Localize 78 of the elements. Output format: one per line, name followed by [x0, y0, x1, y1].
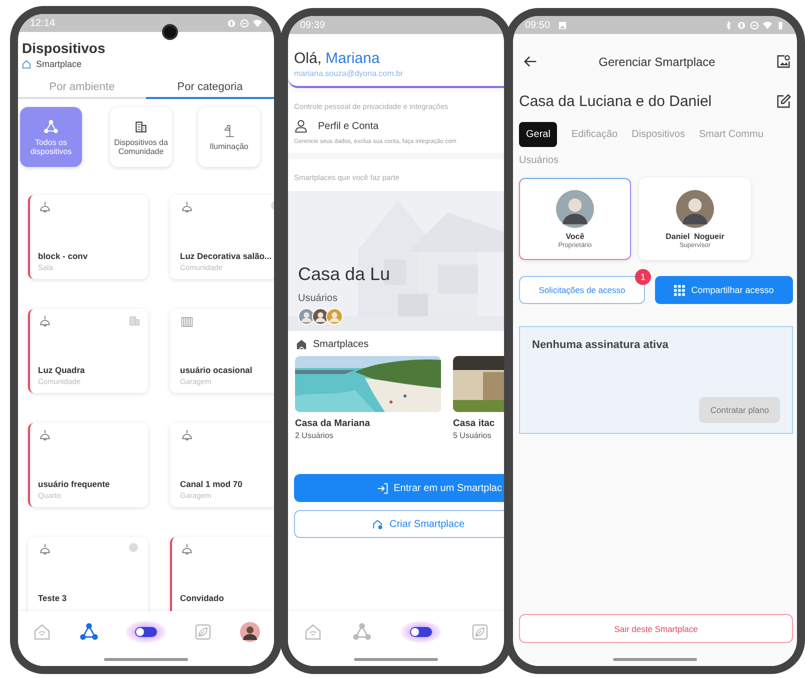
status-time: 09:50: [525, 20, 550, 30]
smartplace-name: Casa itac: [453, 418, 496, 429]
notification-badge: 1: [635, 269, 651, 285]
pendant-lamp-icon: [38, 543, 52, 557]
leave-smartplace-button[interactable]: Sair deste Smartplace: [519, 614, 793, 643]
section-heading: Smartplaces: [313, 339, 369, 350]
status-time: 09:39: [300, 20, 326, 30]
device-name: Luz Decorativa salão...: [180, 251, 273, 261]
toggle-icon[interactable]: [126, 621, 166, 643]
pendant-lamp-icon: [38, 315, 52, 329]
user-count: 2 Usuários: [295, 431, 334, 440]
wifi-icon: [253, 18, 262, 28]
pendant-lamp-icon: [180, 201, 194, 215]
avatar-icon: [326, 308, 343, 325]
screen-title: Dispositivos: [22, 40, 106, 56]
building-icon: [133, 118, 149, 134]
user-count: 5 Usuários: [453, 431, 492, 440]
network-icon: [43, 118, 59, 134]
smartplace-name: Casa da Luciana e do Daniel: [519, 93, 712, 110]
image-search-icon[interactable]: [776, 54, 791, 69]
user-email: mariana.souza@dyona.com.br: [294, 69, 404, 78]
login-icon: [376, 482, 388, 494]
device-name: usuário frequente: [38, 479, 111, 489]
device-name: usuário ocasional: [180, 365, 254, 375]
pendant-lamp-icon: [180, 543, 194, 557]
home-icon: [22, 60, 31, 68]
house-plus-icon: [372, 518, 384, 530]
subscription-status: Nenhuma assinatura ativa: [532, 339, 670, 351]
battery-icon: [776, 20, 785, 30]
toggle-icon[interactable]: [400, 621, 440, 643]
section-label: Usuários: [518, 154, 560, 166]
device-name: Luz Quadra: [38, 365, 86, 375]
create-smartplace-button[interactable]: Criar Smartplace: [294, 510, 504, 538]
network-icon[interactable]: [78, 622, 99, 642]
category-chip[interactable]: Dispositivos da Comunidade: [110, 107, 172, 167]
back-arrow-icon[interactable]: [523, 54, 538, 69]
device-name: Teste 3: [38, 593, 68, 603]
join-smartplace-button[interactable]: Entrar em um Smartplac: [294, 474, 504, 502]
bluetooth-icon: [724, 20, 733, 30]
greeting: Olá,: [294, 50, 322, 67]
grid-icon: [674, 284, 686, 296]
device-card[interactable]: Teste 3: [28, 537, 148, 611]
pendant-lamp-icon: [180, 429, 194, 443]
pendant-lamp-icon: [38, 201, 52, 215]
avatar-icon: [556, 190, 594, 228]
menu-item[interactable]: Perfil e Conta: [318, 120, 379, 132]
avatar-icon[interactable]: [240, 622, 260, 642]
edit-icon[interactable]: [776, 94, 791, 109]
user-name: Daniel Nogueir: [666, 232, 724, 240]
user-name: Mariana: [326, 50, 380, 67]
smartplace-title: Casa da Lu: [298, 264, 392, 285]
device-name: Convidado: [180, 593, 225, 603]
person-icon: [294, 119, 308, 133]
users-label: Usuários: [298, 293, 338, 304]
tab[interactable]: Geral: [519, 122, 558, 147]
do-not-disturb-icon: [240, 18, 249, 28]
category-chip[interactable]: Iluminação: [198, 107, 260, 167]
smartplace-label: Smartplace: [36, 59, 82, 69]
tab[interactable]: Por categoria: [146, 77, 274, 99]
vibrate-icon: [227, 18, 236, 28]
status-time: 12:14: [30, 18, 56, 28]
avatar-icon: [676, 190, 714, 228]
wifi-icon: [763, 20, 772, 30]
do-not-disturb-icon: [750, 20, 759, 30]
share-access-button[interactable]: Compartilhar acesso: [655, 276, 793, 304]
camera-hole: [162, 24, 178, 40]
screen-title: Gerenciar Smartplace: [598, 54, 716, 68]
device-name: Canal 1 mod 70: [180, 479, 244, 489]
device-card[interactable]: Convidado: [170, 537, 274, 611]
featured-smartplace-card[interactable]: Casa da Lu Usuários: [288, 191, 504, 331]
radiator-icon: [180, 315, 194, 329]
device-name: block - conv: [38, 251, 89, 261]
house-signal-icon: [296, 339, 307, 350]
vibrate-icon: [737, 20, 746, 30]
user-name: Você: [566, 232, 584, 240]
pendant-lamp-icon: [38, 429, 52, 443]
image-icon: [558, 20, 568, 30]
smartplace-name: Casa da Mariana: [295, 418, 372, 429]
